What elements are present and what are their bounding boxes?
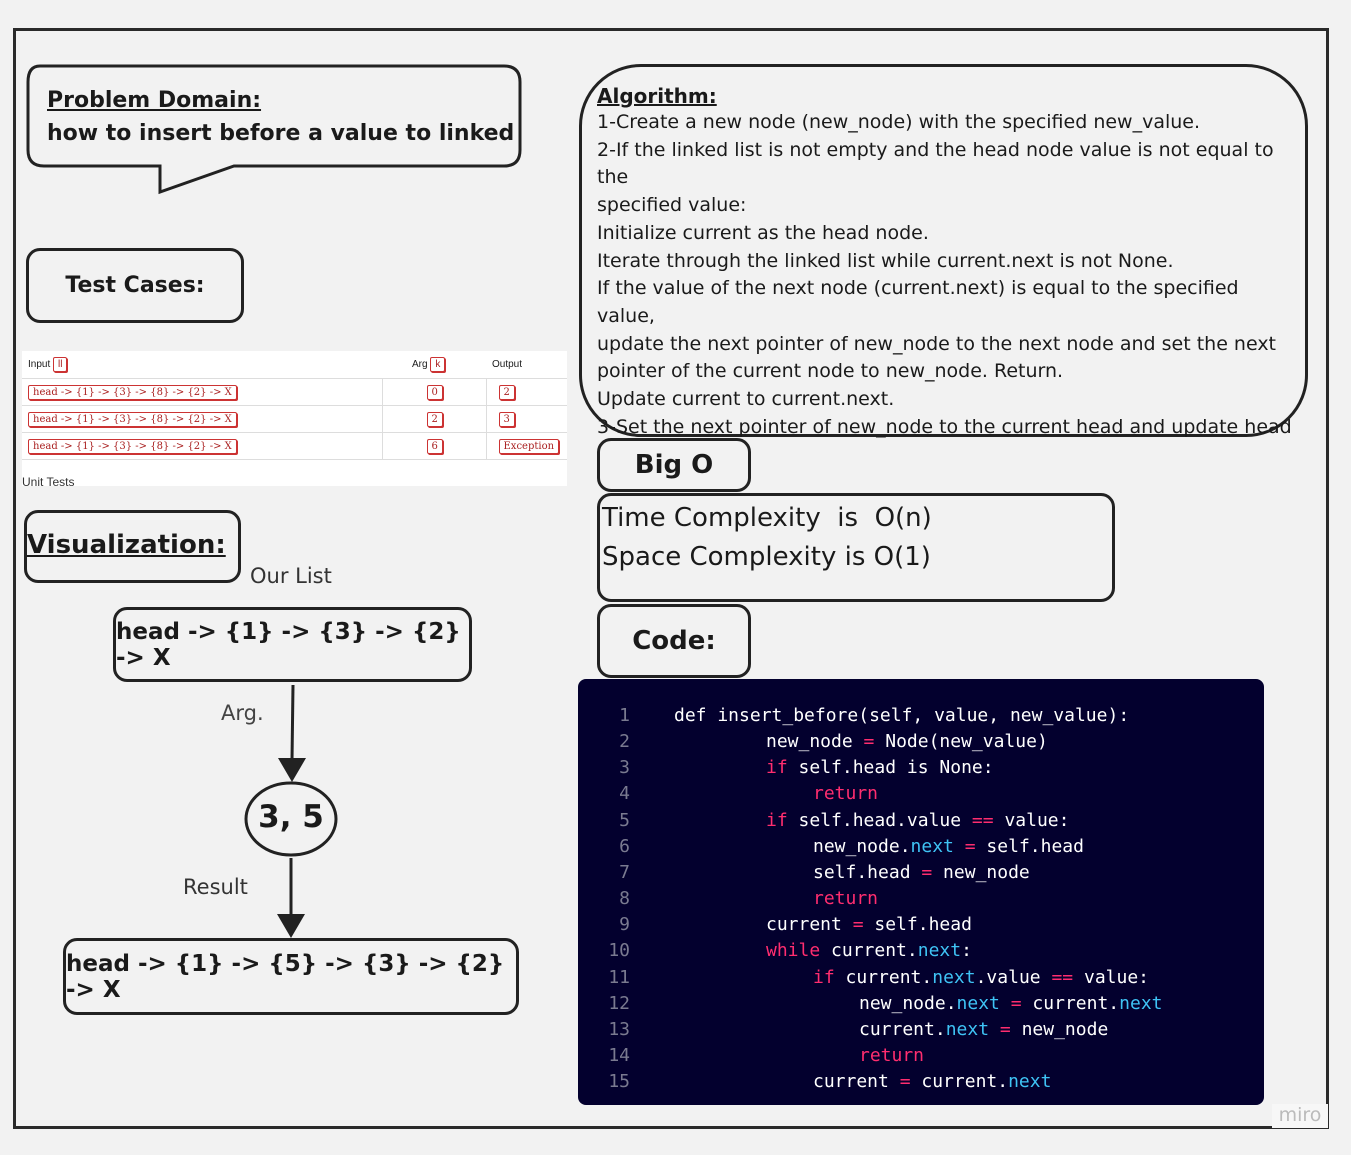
algorithm-title: Algorithm: [597, 84, 717, 108]
arrow-head-arg [278, 758, 306, 782]
code-line: 5 if self.head.value == value: [578, 810, 1264, 836]
algorithm-line: pointer of the current node to new_node.… [597, 360, 1064, 383]
result-label: Result [183, 875, 248, 899]
result-list-box: head -> {1} -> {5} -> {3} -> {2} -> X [63, 938, 519, 1015]
line-number: 14 [608, 1044, 630, 1066]
code-line: 4 return [578, 783, 1264, 809]
result-list-text: head -> {1} -> {5} -> {3} -> {2} -> X [66, 950, 505, 1003]
code-text: current.next = new_node [859, 1018, 1109, 1040]
algorithm-line: Update current to current.next. [597, 388, 895, 411]
code-text: if self.head.value == value: [766, 809, 1070, 831]
code-line: 13 current.next = new_node [578, 1019, 1264, 1045]
line-number: 15 [608, 1071, 630, 1093]
code-text: def insert_before(self, value, new_value… [674, 705, 1130, 726]
code-line: 7 self.head = new_node [578, 862, 1264, 888]
complexity-box: Time Complexity is O(n) Space Complexity… [597, 493, 1115, 602]
line-number: 8 [619, 888, 630, 910]
algorithm-line: specified value: [597, 194, 747, 217]
code-line: 6 new_node.next = self.head [578, 836, 1264, 862]
code-line: 10 while current.next: [578, 940, 1264, 966]
line-number: 11 [608, 966, 630, 988]
line-number: 7 [619, 861, 630, 883]
line-number: 3 [619, 757, 630, 779]
code-line: 3 if self.head is None: [578, 757, 1264, 783]
code-heading: Code: [632, 626, 716, 656]
code-text: current = current.next [813, 1071, 1052, 1093]
algorithm-line: Initialize current as the head node. [597, 221, 929, 244]
code-text: return [859, 1044, 925, 1066]
arrow-line-arg [290, 684, 295, 761]
code-text: new_node.next = current.next [859, 992, 1163, 1014]
algorithm-line: update the next pointer of new_node to t… [597, 332, 1277, 355]
code-text: self.head = new_node [813, 861, 1030, 883]
line-number: 9 [619, 914, 630, 936]
code-line: 2 new_node = Node(new_value) [578, 731, 1264, 757]
code-line: 12 new_node.next = current.next [578, 993, 1264, 1019]
line-number: 4 [619, 783, 630, 805]
line-number: 13 [608, 1018, 630, 1040]
space-complexity: Space Complexity is O(1) [602, 542, 931, 572]
miro-watermark: miro [1272, 1104, 1328, 1128]
big-o-heading-box: Big O [597, 438, 751, 492]
algorithm-line: 1-Create a new node (new_node) with the … [597, 111, 1201, 133]
code-line: 1 def insert_before(self, value, new_valu… [578, 705, 1264, 731]
code-text: while current.next: [766, 940, 972, 962]
code-text: return [813, 783, 879, 805]
code-line: 11 if current.next.value == value: [578, 967, 1264, 993]
algorithm-line: Iterate through the linked list while cu… [597, 249, 1174, 272]
code-text: return [813, 888, 879, 910]
code-line: 8 return [578, 888, 1264, 914]
algorithm-text: 1-Create a new node (new_node) with the … [597, 109, 1297, 469]
code-text: current = self.head [766, 914, 972, 936]
code-heading-box: Code: [597, 604, 751, 678]
code-line: 14 return [578, 1045, 1264, 1071]
code-block: 1 def insert_before(self, value, new_valu… [578, 679, 1264, 1105]
algorithm-line: If the value of the next node (current.n… [597, 277, 1239, 327]
line-number: 1 [619, 705, 630, 726]
line-number: 6 [619, 835, 630, 857]
arg-label: Arg. [221, 701, 264, 725]
arrow-head-result [277, 914, 305, 938]
arg-value: 3, 5 [258, 799, 324, 835]
line-number: 5 [619, 809, 630, 831]
code-text: if self.head is None: [766, 757, 994, 779]
code-text: if current.next.value == value: [813, 966, 1149, 988]
line-number: 10 [608, 940, 630, 962]
big-o-heading: Big O [634, 450, 714, 480]
code-text: new_node.next = self.head [813, 835, 1084, 857]
code-line: 9 current = self.head [578, 914, 1264, 940]
algorithm-line: 2-If the linked list is not empty and th… [597, 138, 1274, 189]
line-number: 2 [619, 731, 630, 753]
time-complexity: Time Complexity is O(n) [602, 503, 932, 533]
line-number: 12 [608, 992, 630, 1014]
code-text: new_node = Node(new_value) [766, 731, 1048, 753]
code-line: 15 current = current.next [578, 1071, 1264, 1097]
